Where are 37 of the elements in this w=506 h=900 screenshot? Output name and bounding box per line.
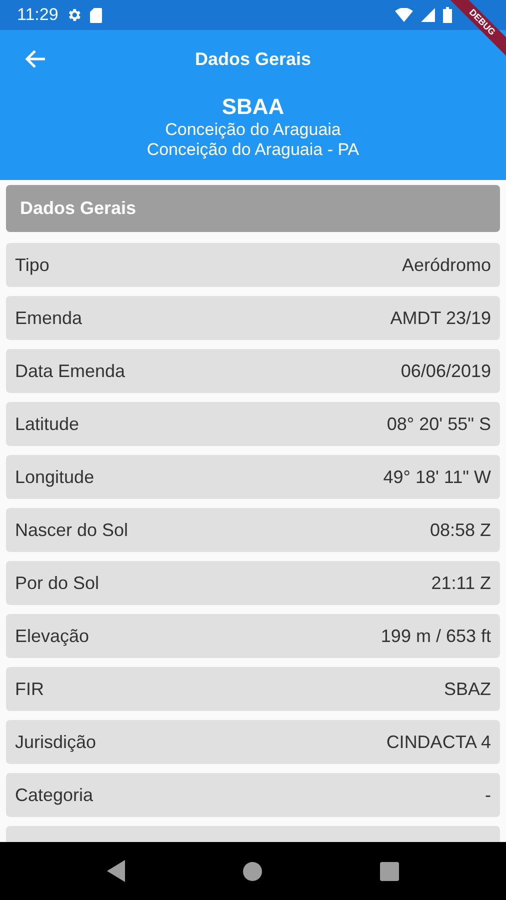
back-arrow-icon[interactable] [24, 49, 46, 69]
wifi-icon [395, 8, 413, 22]
row-label: Categoria [15, 784, 94, 806]
sd-card-icon [90, 8, 102, 22]
airport-name: Conceição do Araguaia [165, 120, 341, 140]
row-label: FIR [15, 678, 44, 700]
row-label: Por do Sol [15, 572, 100, 594]
row-value: - [485, 784, 491, 806]
row-value: Aeródromo [402, 254, 491, 276]
row-value: AMDT 23/19 [390, 308, 491, 328]
row-value: 08:58 Z [430, 520, 491, 540]
row-label: Latitude [15, 414, 80, 434]
home-circle-icon[interactable] [243, 862, 262, 880]
row-value: 21:11 Z [431, 572, 491, 594]
screen-title: Dados Gerais [194, 48, 312, 70]
row-label: Data Emenda [15, 360, 126, 382]
back-triangle-icon[interactable] [107, 860, 125, 882]
gear-icon [66, 7, 82, 23]
row-label: Nascer do Sol [15, 520, 128, 540]
status-time: 11:29 [17, 5, 58, 25]
airport-location: Conceição do Araguaia - PA [146, 140, 360, 160]
row-value: 49° 18' 11" W [383, 466, 491, 488]
row-value: 06/06/2019 [400, 360, 491, 382]
row-value: 08° 20' 55" S [386, 414, 491, 434]
airport-code: SBAA [222, 94, 284, 120]
row-label: Jurisdição [15, 732, 96, 752]
battery-icon [443, 7, 452, 23]
signal-icon [421, 8, 435, 22]
section-header: Dados Gerais [6, 185, 500, 232]
recents-square-icon[interactable] [380, 862, 399, 880]
row-label: Elevação [15, 626, 90, 646]
row-label: Tipo [15, 254, 50, 276]
row-label: Emenda [15, 308, 82, 328]
row-value: 199 m / 653 ft [380, 626, 491, 646]
row-label: Longitude [15, 466, 94, 488]
row-value: CINDACTA 4 [386, 732, 491, 752]
row-value: SBAZ [444, 678, 491, 700]
